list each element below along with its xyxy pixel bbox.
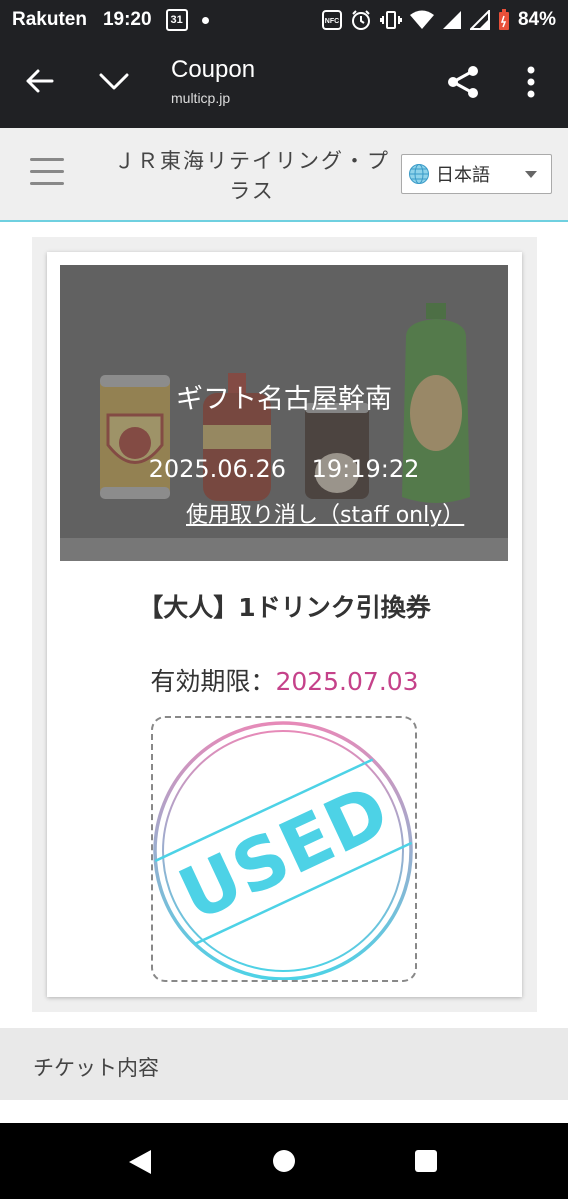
site-title: ＪＲ東海リテイリング・プラス (114, 149, 390, 203)
coupon-banner: ギフト名古屋幹南 2025.06.26 19:19:22 使用取り消し（staf… (60, 265, 508, 561)
used-stamp-icon: USED (153, 721, 413, 981)
stamp-text: USED (167, 768, 401, 937)
vibrate-icon (379, 11, 402, 29)
nav-recents-icon[interactable] (415, 1150, 437, 1172)
ticket-details-section[interactable]: チケット内容 (0, 1028, 568, 1100)
share-icon[interactable] (446, 64, 480, 100)
coupon-card-wrapper: ギフト名古屋幹南 2025.06.26 19:19:22 使用取り消し（staf… (32, 237, 537, 1012)
signal-icon-2 (469, 10, 490, 30)
svg-text:NFC: NFC (325, 18, 339, 25)
battery-icon (498, 9, 509, 30)
caret-down-icon (525, 171, 537, 178)
status-bar: Rakuten 19:20 31 NFC 84% (0, 0, 568, 40)
browser-app-bar: Coupon multicp.jp (0, 40, 568, 128)
alarm-icon (351, 10, 370, 30)
expiry-row: 有効期限：2025.07.03 (47, 662, 522, 698)
used-datetime: 2025.06.26 19:19:22 (60, 455, 508, 483)
used-date: 2025.06.26 (148, 455, 286, 483)
signal-icon (442, 11, 461, 29)
store-name: ギフト名古屋幹南 (176, 384, 392, 415)
expiry-date: 2025.07.03 (275, 667, 419, 696)
page-title: Coupon (171, 56, 256, 83)
battery-percentage: 84% (517, 9, 556, 30)
calendar-icon: 31 (165, 9, 188, 31)
back-arrow-icon[interactable] (24, 66, 54, 96)
coupon-card: ギフト名古屋幹南 2025.06.26 19:19:22 使用取り消し（staf… (47, 252, 522, 997)
status-icons: NFC 84% (321, 9, 556, 31)
used-time: 19:19:22 (311, 455, 420, 483)
calendar-day: 31 (170, 14, 183, 26)
page-url: multicp.jp (171, 90, 231, 106)
ticket-details-label: チケット内容 (33, 1056, 159, 1080)
product-name: 【大人】1ドリンク引換券 (138, 593, 431, 622)
carrier-name: Rakuten (12, 9, 87, 30)
globe-icon (409, 164, 429, 184)
nfc-icon: NFC (321, 10, 342, 30)
more-options-icon[interactable] (524, 66, 538, 98)
system-nav-bar (0, 1123, 568, 1199)
used-stamp-box: USED (151, 716, 417, 982)
nav-home-icon[interactable] (273, 1150, 295, 1172)
wifi-icon (409, 10, 434, 29)
nav-back-icon[interactable] (128, 1149, 152, 1175)
page-title-block: Coupon multicp.jp (171, 56, 255, 106)
chevron-down-icon[interactable] (98, 68, 130, 96)
language-select[interactable]: 日本語 (401, 154, 552, 194)
expiry-label: 有効期限： (150, 667, 276, 696)
banner-bottom-strip (60, 538, 508, 561)
hamburger-menu-icon[interactable] (30, 158, 64, 186)
cancel-use-link[interactable]: 使用取り消し（staff only） (186, 497, 464, 529)
status-time: 19:20 (102, 9, 152, 30)
notification-dot-icon (201, 16, 209, 24)
language-selected-value: 日本語 (436, 165, 490, 186)
